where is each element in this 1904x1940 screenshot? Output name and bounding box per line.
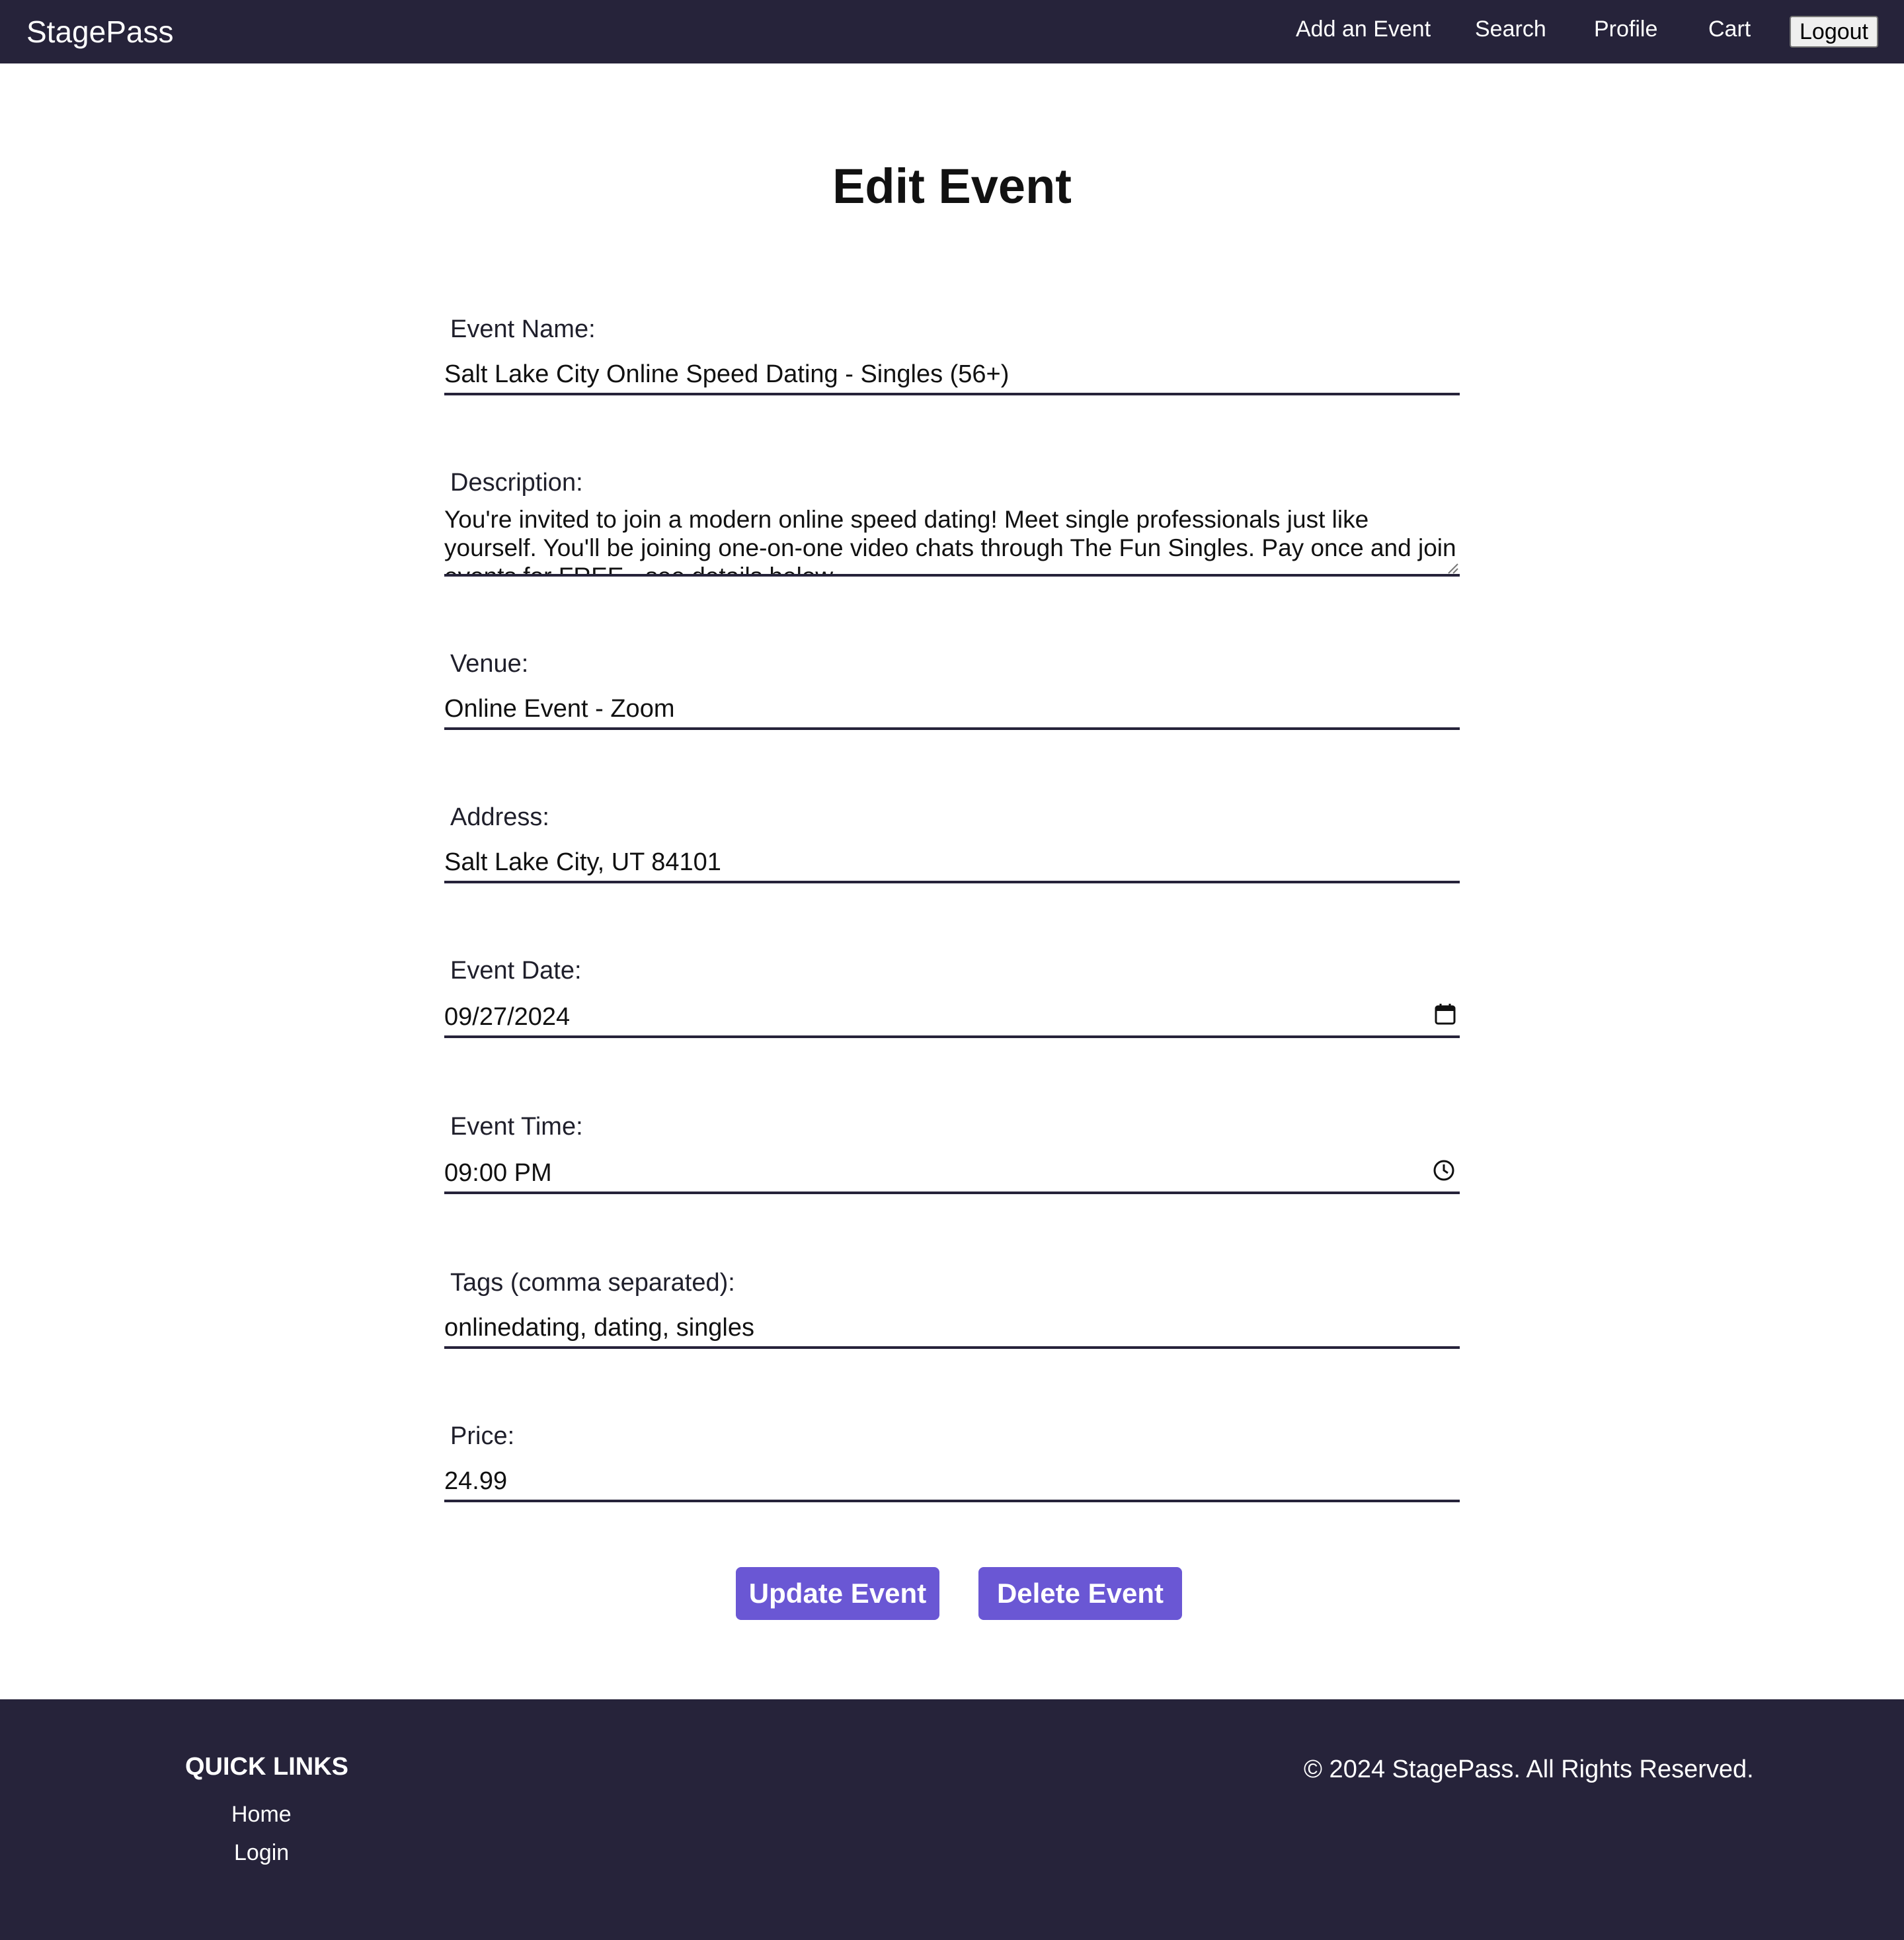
price-input[interactable]: [444, 1463, 1460, 1502]
description-textarea[interactable]: You're invited to join a modern online s…: [444, 505, 1460, 577]
delete-event-button[interactable]: Delete Event: [978, 1567, 1182, 1620]
venue-label: Venue:: [450, 650, 529, 678]
event-date-input[interactable]: [444, 998, 1460, 1038]
update-event-button[interactable]: Update Event: [736, 1567, 939, 1620]
nav-cart-link[interactable]: Cart: [1708, 15, 1751, 44]
page-title: Edit Event: [832, 159, 1072, 214]
nav-profile-link[interactable]: Profile: [1594, 15, 1657, 44]
footer-home-link[interactable]: Home: [231, 1800, 292, 1829]
calendar-icon[interactable]: [1433, 1002, 1457, 1026]
tags-label: Tags (comma separated):: [450, 1269, 735, 1297]
price-label: Price:: [450, 1422, 515, 1450]
nav-add-event-link[interactable]: Add an Event: [1296, 15, 1431, 44]
nav-search-link[interactable]: Search: [1475, 15, 1546, 44]
top-navbar: StagePass Add an Event Search Profile Ca…: [0, 0, 1904, 63]
resize-grip-icon[interactable]: [1447, 562, 1458, 574]
event-name-input[interactable]: [444, 356, 1460, 395]
footer-login-link[interactable]: Login: [234, 1838, 289, 1867]
brand-logo[interactable]: StagePass: [26, 13, 173, 50]
description-label: Description:: [450, 469, 583, 497]
event-time-label: Event Time:: [450, 1113, 583, 1141]
event-date-label: Event Date:: [450, 957, 582, 985]
logout-button[interactable]: Logout: [1790, 16, 1878, 48]
footer-copyright: © 2024 StagePass. All Rights Reserved.: [1304, 1756, 1754, 1783]
tags-input[interactable]: [444, 1309, 1460, 1349]
event-time-input[interactable]: [444, 1154, 1460, 1194]
footer-quick-links-heading: QUICK LINKS: [185, 1753, 348, 1781]
address-input[interactable]: [444, 844, 1460, 883]
address-label: Address:: [450, 803, 549, 831]
venue-input[interactable]: [444, 690, 1460, 730]
event-name-label: Event Name:: [450, 315, 596, 343]
clock-icon[interactable]: [1432, 1158, 1456, 1182]
